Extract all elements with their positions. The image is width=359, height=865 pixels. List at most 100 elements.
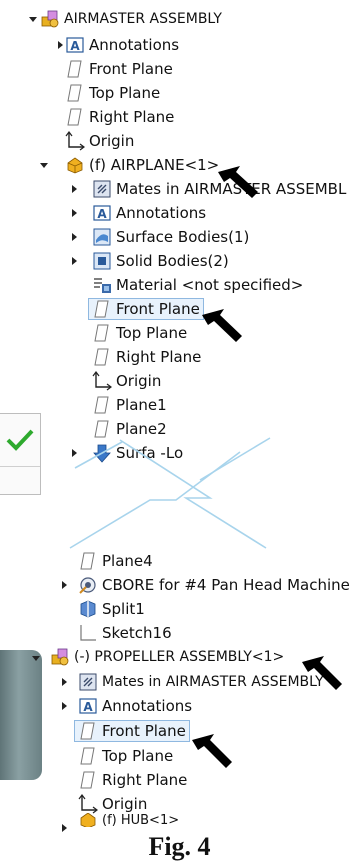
tree-item-label: Right Plane <box>89 108 175 126</box>
tree-item-origin[interactable]: Origin <box>92 370 161 392</box>
tree-item-label: Top Plane <box>116 324 188 342</box>
tree-item-label: Material <not specified> <box>116 276 304 294</box>
collapse-toggle[interactable] <box>40 163 48 168</box>
origin-icon <box>65 131 85 151</box>
plane-icon <box>92 299 112 319</box>
mates-icon <box>92 179 112 199</box>
tree-item-label: Origin <box>102 795 148 813</box>
expand-toggle[interactable] <box>72 257 77 265</box>
plane-icon <box>78 770 98 790</box>
tree-item-material[interactable]: Material <not specified> <box>92 274 303 296</box>
tree-item-split[interactable]: Split1 <box>78 598 145 620</box>
expand-toggle[interactable] <box>62 702 67 710</box>
tree-item-front-plane-selected[interactable]: Front Plane <box>88 298 204 320</box>
tree-item-top-plane[interactable]: Top Plane <box>78 745 173 767</box>
3d-model-fragment <box>0 650 42 780</box>
tree-item-right-plane[interactable]: Right Plane <box>78 769 187 791</box>
arrow-pointer <box>202 309 242 342</box>
collapse-toggle[interactable] <box>32 656 40 661</box>
tree-item-label: Mates in AIRMASTER ASSEMBLY <box>102 674 324 690</box>
tree-item-sketch[interactable]: Sketch16 <box>78 622 172 644</box>
tree-item-right-plane[interactable]: Right Plane <box>65 106 174 128</box>
tree-item-label: (-) PROPELLER ASSEMBLY<1> <box>74 649 285 665</box>
surface-bodies-icon <box>92 227 112 247</box>
tree-item-hidden-plane[interactable] <box>92 466 116 488</box>
assembly-icon <box>40 9 60 29</box>
plane-icon <box>92 395 112 415</box>
expand-toggle[interactable] <box>72 209 77 217</box>
figure-caption: Fig. 4 <box>148 832 211 861</box>
origin-icon <box>78 794 98 814</box>
tree-item-hub[interactable]: (f) HUB<1> <box>78 813 179 827</box>
selection-highlight: Front Plane <box>88 298 204 320</box>
plane-icon <box>65 59 85 79</box>
tree-item-annotations[interactable]: A Annotations <box>65 34 179 56</box>
split-icon <box>78 599 98 619</box>
tree-item-label: Surfa -Lo <box>116 444 184 462</box>
tree-item-mates[interactable]: Mates in AIRMASTER ASSEMBL <box>92 178 346 200</box>
tree-item-label: Top Plane <box>102 747 174 765</box>
selection-highlight: Front Plane <box>74 720 190 742</box>
expand-toggle[interactable] <box>62 581 67 589</box>
tree-item-label: Front Plane <box>116 300 200 318</box>
tree-item-label: (f) HUB<1> <box>102 813 180 827</box>
tree-item-origin[interactable]: Origin <box>78 793 147 815</box>
tree-item-label: Front Plane <box>102 722 186 740</box>
break-line-right <box>199 437 271 481</box>
tree-item-label: Mates in AIRMASTER ASSEMBL <box>116 180 347 198</box>
plane-icon <box>78 551 98 571</box>
tree-item-annotations[interactable]: A Annotations <box>92 202 206 224</box>
expand-toggle[interactable] <box>72 233 77 241</box>
plane-icon <box>65 83 85 103</box>
tree-item-label: Surface Bodies(1) <box>116 228 250 246</box>
tree-item-propeller[interactable]: (-) PROPELLER ASSEMBLY<1> <box>50 646 284 668</box>
tree-item-surface-bodies[interactable]: Surface Bodies(1) <box>92 226 249 248</box>
svg-text:A: A <box>70 39 80 53</box>
tree-item-label: Annotations <box>116 204 207 222</box>
tree-item-label: Split1 <box>102 600 145 618</box>
tree-item-plane2[interactable]: Plane2 <box>92 418 167 440</box>
tree-item-solid-bodies[interactable]: Solid Bodies(2) <box>92 250 229 272</box>
plane-icon <box>92 323 112 343</box>
svg-text:A: A <box>83 700 93 714</box>
tree-item-top-plane[interactable]: Top Plane <box>65 82 160 104</box>
tree-item-front-plane[interactable]: Front Plane <box>65 58 173 80</box>
tree-item-label: Sketch16 <box>102 624 172 642</box>
plane-icon <box>92 467 112 487</box>
collapse-toggle[interactable] <box>29 17 37 22</box>
tree-item-airmaster-assembly[interactable]: AIRMASTER ASSEMBLY <box>40 8 222 30</box>
plane-icon <box>92 419 112 439</box>
expand-toggle[interactable] <box>72 185 77 193</box>
plane-icon <box>78 746 98 766</box>
expand-toggle[interactable] <box>72 449 77 457</box>
tree-item-label: Annotations <box>102 697 193 715</box>
tree-item-front-plane-selected[interactable]: Front Plane <box>74 720 190 742</box>
tree-item-cbore[interactable]: CBORE for #4 Pan Head Machine <box>78 574 350 596</box>
tree-item-label: Plane4 <box>102 552 153 570</box>
tree-item-right-plane[interactable]: Right Plane <box>92 346 201 368</box>
tree-item-label: Solid Bodies(2) <box>116 252 229 270</box>
expand-toggle[interactable] <box>58 41 63 49</box>
confirm-check-icon[interactable] <box>5 428 35 456</box>
tree-item-airplane[interactable]: (f) AIRPLANE<1> <box>65 154 219 176</box>
tree-item-label: Right Plane <box>116 348 202 366</box>
tree-item-origin[interactable]: Origin <box>65 130 134 152</box>
mates-icon <box>78 672 98 692</box>
tree-item-plane1[interactable]: Plane1 <box>92 394 167 416</box>
material-icon <box>92 275 112 295</box>
arrow-pointer <box>192 734 232 768</box>
tree-item-plane4[interactable]: Plane4 <box>78 550 153 572</box>
solid-bodies-icon <box>92 251 112 271</box>
annotations-icon: A <box>92 203 112 223</box>
surface-loft-icon <box>92 443 112 463</box>
tree-item-top-plane[interactable]: Top Plane <box>92 322 187 344</box>
tree-item-annotations[interactable]: A Annotations <box>78 695 192 717</box>
origin-icon <box>92 371 112 391</box>
tree-item-mates[interactable]: Mates in AIRMASTER ASSEMBLY <box>78 671 324 693</box>
tree-item-label: Origin <box>89 132 135 150</box>
tree-item-label: Top Plane <box>89 84 161 102</box>
expand-toggle[interactable] <box>62 678 67 686</box>
tree-item-surface-loft[interactable]: Surfa -Lo <box>92 442 183 464</box>
tree-item-label: Front Plane <box>89 60 173 78</box>
expand-toggle[interactable] <box>62 824 67 832</box>
